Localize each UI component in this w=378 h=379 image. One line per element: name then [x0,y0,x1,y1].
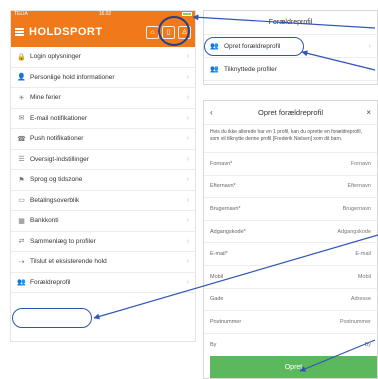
chevron-right-icon: › [186,155,189,163]
menu-item-1[interactable]: 👤 Personlige hold informationer › [11,68,195,88]
field-input[interactable] [301,183,371,190]
push-icon: ☎ [17,135,26,143]
form-field-1: Efternavn* [204,174,377,198]
menu-item-label: Oversigt-indstillinger [30,155,89,163]
menu-item-6[interactable]: ⚑ Sprog og tidszone › [11,170,195,191]
settings-screen: TELIA 16.02 HOLDSPORT ⌂ ▯ ♙ 🔒 Login oplys… [10,10,196,342]
field-input[interactable] [301,273,371,280]
field-label: Fornavn* [210,160,233,167]
create-parent-form: ‹ Opret forældreprofil × Hvis du ikke al… [203,100,378,379]
sun-icon: ☀ [18,94,25,102]
menu-item-label: E-mail notifikationer [30,114,88,122]
create-button[interactable]: Opret [210,356,377,378]
chevron-right-icon: › [368,42,371,50]
chevron-right-icon: › [186,217,189,225]
form-field-7: Postnummer [204,310,377,333]
form-field-8: By [204,332,377,356]
menu-item-label: Sammenlæg to profiler [30,237,96,245]
app-title: HOLDSPORT [29,26,103,38]
menu-item-label: Forældreprofil [30,278,71,286]
lock-icon: 🔒 [17,53,26,61]
chevron-right-icon: › [186,278,189,286]
form-title: Opret forældreprofil [257,108,324,117]
back-icon[interactable]: ‹ [210,108,222,117]
field-label: Postnummer [210,318,242,325]
battery-icon [181,12,192,16]
profile-highlight-circle [158,16,190,46]
parent-option-1[interactable]: 👥 Tilknyttede profiler › [204,58,377,81]
form-field-2: Brugernavn* [204,197,377,220]
menu-item-0[interactable]: 🔒 Login oplysninger › [11,47,195,68]
form-header: ‹ Opret forældreprofil × [204,101,377,125]
menu-item-label: Bankkonti [30,217,59,225]
forældreprofil-highlight-oval [12,308,92,328]
users-icon: 👥 [210,66,219,73]
menu-item-3[interactable]: ✉ E-mail notifikationer › [11,109,195,129]
menu-item-4[interactable]: ☎ Push notifikationer › [11,129,195,150]
field-input[interactable] [301,205,371,212]
menu-item-label: Personlige hold informationer [30,73,115,81]
menu-item-11[interactable]: 👥 Forældreprofil › [11,273,195,293]
menu-item-9[interactable]: ⇄ Sammenlæg to profiler › [11,232,195,252]
chevron-right-icon: › [186,176,189,184]
field-label: Brugernavn* [210,205,241,212]
menu-item-label: Login oplysninger [30,53,81,61]
arrow-right-icon: ⇢ [18,258,25,266]
menu-item-label: Tilslut et eksisterende hold [30,258,107,266]
users-icon: 👥 [17,279,26,287]
clock-label: 16.02 [98,11,112,17]
merge-icon: ⇄ [18,238,25,246]
form-field-5: Mobil [204,264,377,288]
form-field-0: Fornavn* [204,152,377,175]
parent-option-label: Tilknyttede profiler [224,65,277,73]
chevron-right-icon: › [186,94,189,102]
flag-icon: ⚑ [18,176,25,184]
field-label: Efternavn* [210,183,236,190]
hamburger-menu-icon[interactable] [15,28,24,36]
menu-item-label: Sprog og tidszone [30,176,83,184]
menu-item-label: Betalingsoverblik [30,196,80,204]
close-icon[interactable]: × [359,108,371,117]
panel-title: Forældreprofil [204,11,377,35]
menu-item-5[interactable]: ☰ Oversigt-indstillinger › [11,150,195,170]
envelope-icon: ✉ [18,115,25,123]
chevron-right-icon: › [186,114,189,122]
carrier-label: TELIA [14,11,28,17]
field-input[interactable] [301,318,371,325]
field-label: By [210,341,217,348]
menu-item-label: Mine ferier [30,94,61,102]
bank-icon: ▦ [18,217,25,225]
field-input[interactable] [301,251,371,258]
field-label: Adgangskode* [210,228,246,235]
menu-item-7[interactable]: ▭ Betalingsoverblik › [11,191,195,211]
user-icon: 👤 [17,74,26,82]
form-field-4: E-mail* [204,242,377,265]
menu-item-10[interactable]: ⇢ Tilslut et eksisterende hold › [11,252,195,273]
chevron-right-icon: › [186,73,189,81]
field-input[interactable] [301,296,371,303]
list-icon: ☰ [18,156,25,164]
create-parent-highlight-oval [204,37,304,56]
chevron-right-icon: › [186,258,189,266]
chevron-right-icon: › [186,135,189,143]
field-input[interactable] [301,160,371,167]
form-field-3: Adgangskode* [204,219,377,243]
field-label: E-mail* [210,251,228,258]
chevron-right-icon: › [186,237,189,245]
chevron-right-icon: › [186,53,189,61]
settings-menu: 🔒 Login oplysninger › 👤 Personlige hold info… [11,47,195,293]
field-input[interactable] [301,228,371,235]
menu-item-label: Push notifikationer [30,135,84,143]
field-input[interactable] [301,341,371,348]
field-label: Mobil [210,273,224,280]
form-field-6: Gade [204,287,377,311]
chevron-right-icon: › [368,65,371,73]
menu-item-2[interactable]: ☀ Mine ferier › [11,88,195,109]
chevron-right-icon: › [186,196,189,204]
card-icon: ▭ [18,197,25,205]
form-description: Hvis du ikke allerede har en 1 profil, k… [210,129,363,142]
menu-item-8[interactable]: ▦ Bankkonti › [11,211,195,232]
field-label: Gade [210,296,224,303]
